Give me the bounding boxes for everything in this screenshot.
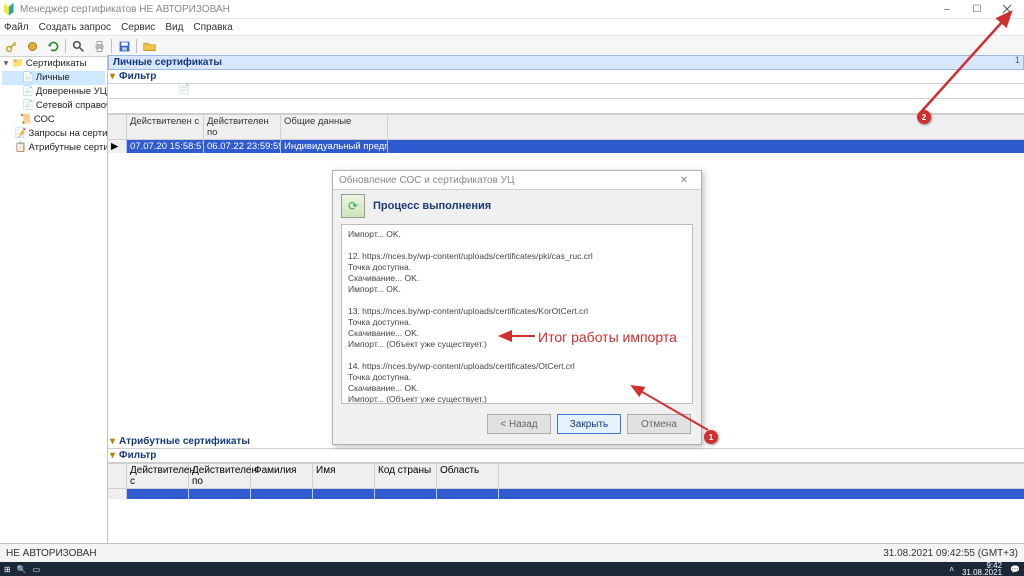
attr-col-surname[interactable]: Фамилия: [251, 464, 313, 488]
toolbar-save-icon[interactable]: [114, 37, 134, 55]
app-icon: 🔰: [2, 2, 16, 16]
col-general[interactable]: Общие данные: [281, 115, 388, 139]
toolbar: [0, 36, 1024, 57]
window-minimize-button[interactable]: –: [932, 0, 962, 18]
taskbar-date: 31.08.2021: [962, 568, 1002, 576]
tree-requests[interactable]: Запросы на сертификат: [28, 127, 108, 141]
table-row[interactable]: [108, 489, 1024, 499]
tree-cert-icon: 📄: [22, 99, 34, 113]
dialog-back-button: < Назад: [487, 414, 551, 434]
dialog-titlebar[interactable]: Обновление СОС и сертификатов УЦ ✕: [333, 171, 701, 190]
tree-personal[interactable]: Личные: [36, 71, 70, 85]
notifications-icon[interactable]: 💬: [1010, 565, 1020, 574]
attr-section-header: Атрибутные сертификаты: [119, 436, 250, 447]
toolbar-folder-icon[interactable]: [139, 37, 159, 55]
tree-crl-icon: 📜: [20, 113, 32, 127]
dialog-title: Обновление СОС и сертификатов УЦ: [339, 175, 514, 186]
status-auth: НЕ АВТОРИЗОВАН: [6, 548, 97, 559]
os-taskbar[interactable]: ⊞ 🔍 ▭ ˄ 9:4231.08.2021 💬: [0, 562, 1024, 576]
filter-chevron-icon[interactable]: ▾: [110, 71, 115, 82]
certificates-grid[interactable]: Действителен с Действителен по Общие дан…: [108, 114, 1024, 153]
start-button[interactable]: ⊞: [4, 565, 11, 574]
attr-col-to[interactable]: Действителен по: [189, 464, 251, 488]
tree-cert-icon: 📄: [22, 71, 34, 85]
tree-folder-icon: 📁: [12, 57, 24, 71]
filter-bar[interactable]: 📄: [108, 84, 1024, 99]
attr-col-from[interactable]: Действителен с: [127, 464, 189, 488]
toolbar-print-icon[interactable]: [89, 37, 109, 55]
dialog-cancel-button: Отмена: [627, 414, 691, 434]
annotation-label: Итог работы импорта: [538, 329, 677, 345]
tree-request-icon: 📝: [15, 127, 27, 141]
toolbar-refresh-icon[interactable]: [43, 37, 63, 55]
tray-chevron-icon[interactable]: ˄: [949, 565, 954, 574]
status-datetime: 31.08.2021 09:42:55 (GMT+3): [883, 548, 1018, 559]
chevron-icon[interactable]: ▾: [110, 436, 115, 447]
attr-col-country[interactable]: Код страны: [375, 464, 437, 488]
col-valid-to[interactable]: Действителен по: [204, 115, 281, 139]
tree-attr-icon: 📋: [15, 141, 27, 155]
toolbar-seal-icon[interactable]: [22, 37, 42, 55]
attr-col-region[interactable]: Область: [437, 464, 499, 488]
attr-filter-label[interactable]: Фильтр: [119, 450, 156, 461]
section-personal-certs: Личные сертификаты: [108, 55, 1024, 70]
dialog-close-button[interactable]: ✕: [673, 175, 695, 186]
dialog-heading: Процесс выполнения: [373, 200, 491, 212]
menu-view[interactable]: Вид: [165, 22, 183, 33]
tree-crl[interactable]: СОС: [34, 113, 55, 127]
window-title: Менеджер сертификатов НЕ АВТОРИЗОВАН: [20, 4, 932, 15]
nav-tree[interactable]: ▾📁Сертификаты 📄Личные 📄Доверенные УЦ 📄Се…: [0, 55, 108, 544]
tree-cert-icon: 📄: [22, 85, 34, 99]
menu-help[interactable]: Справка: [193, 22, 232, 33]
dialog-close-action-button[interactable]: Закрыть: [557, 414, 621, 434]
col-valid-from[interactable]: Действителен с: [127, 115, 204, 139]
chevron-icon[interactable]: ▾: [110, 450, 115, 461]
cell-to: 06.07.22 23:59:59: [204, 140, 281, 153]
tree-attribute-certs[interactable]: Атрибутные сертификаты: [28, 141, 108, 155]
toolbar-key-icon[interactable]: [1, 37, 21, 55]
window-titlebar: 🔰 Менеджер сертификатов НЕ АВТОРИЗОВАН –…: [0, 0, 1024, 19]
dialog-log[interactable]: Импорт... OK. 12. https://nces.by/wp-con…: [341, 224, 693, 404]
taskbar-taskview-icon[interactable]: ▭: [33, 565, 41, 574]
toolbar-find-icon[interactable]: [68, 37, 88, 55]
tree-network-directory[interactable]: Сетевой справочник: [36, 99, 108, 113]
taskbar-search-icon[interactable]: 🔍: [17, 565, 27, 574]
update-crl-dialog: Обновление СОС и сертификатов УЦ ✕ ⟳ Про…: [332, 170, 702, 445]
window-close-button[interactable]: [992, 0, 1022, 18]
statusbar: НЕ АВТОРИЗОВАН 31.08.2021 09:42:55 (GMT+…: [0, 543, 1024, 562]
filter-label[interactable]: Фильтр: [119, 71, 156, 82]
attr-col-name[interactable]: Имя: [313, 464, 375, 488]
attribute-certs-grid[interactable]: Действителен с Действителен по Фамилия И…: [108, 463, 1024, 544]
table-row[interactable]: ▶ 07.07.20 15:58:57 06.07.22 23:59:59 Ин…: [108, 140, 1024, 153]
dialog-process-icon: ⟳: [341, 194, 365, 218]
window-maximize-button[interactable]: ☐: [962, 0, 992, 18]
callout-2: 2: [917, 110, 931, 124]
menu-file[interactable]: Файл: [4, 22, 29, 33]
page-count: 1: [1015, 55, 1020, 65]
filter-cert-icon: 📄: [178, 84, 190, 95]
menu-service[interactable]: Сервис: [121, 22, 155, 33]
tree-trusted-ca[interactable]: Доверенные УЦ: [36, 85, 107, 99]
cell-general: Индивидуальный предприниматель: [281, 140, 388, 153]
menu-create-request[interactable]: Создать запрос: [39, 22, 111, 33]
cell-from: 07.07.20 15:58:57: [127, 140, 204, 153]
menubar: Файл Создать запрос Сервис Вид Справка: [0, 19, 1024, 36]
tree-certificates[interactable]: Сертификаты: [26, 57, 87, 71]
callout-1: 1: [704, 430, 718, 444]
